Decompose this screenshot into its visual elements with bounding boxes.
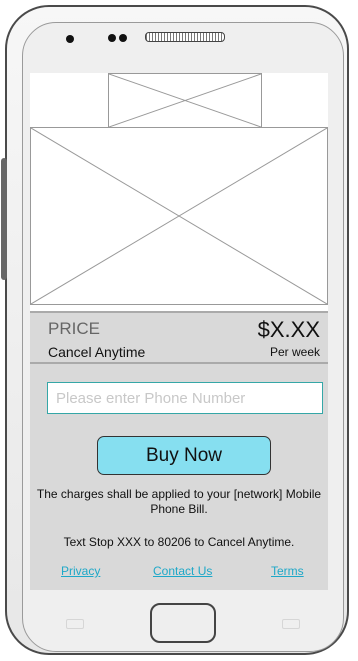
price-panel: PRICE Cancel Anytime $X.XX Per week [30, 311, 328, 364]
front-camera-icon [66, 35, 74, 43]
stop-instructions: Text Stop XXX to 80206 to Cancel Anytime… [63, 535, 295, 549]
image-placeholder-icon [31, 128, 327, 304]
cancel-anytime-label: Cancel Anytime [48, 344, 146, 360]
phone-number-input[interactable] [47, 382, 323, 414]
terms-link[interactable]: Terms [271, 564, 304, 578]
phone-screen: PRICE Cancel Anytime $X.XX Per week Buy … [30, 73, 328, 590]
charges-disclaimer: The charges shall be applied to your [ne… [36, 487, 322, 516]
subscription-panel: Buy Now The charges shall be applied to … [30, 364, 328, 590]
home-button[interactable] [150, 603, 216, 643]
image-placeholder-icon [109, 74, 261, 127]
price-value: $X.XX [257, 317, 320, 342]
sensor-dot-icon [119, 34, 127, 42]
back-softkey-icon[interactable] [282, 619, 300, 629]
hero-image-placeholder [30, 127, 328, 305]
menu-softkey-icon[interactable] [66, 619, 84, 629]
buy-now-button[interactable]: Buy Now [97, 436, 271, 475]
logo-image-placeholder [108, 73, 262, 128]
footer-links: Privacy Contact Us Terms [30, 564, 328, 590]
sensor-dot-icon [108, 34, 116, 42]
price-period: Per week [269, 345, 320, 359]
side-volume-button [1, 158, 7, 280]
earpiece-speaker [145, 32, 225, 42]
contact-us-link[interactable]: Contact Us [153, 564, 212, 578]
privacy-link[interactable]: Privacy [61, 564, 100, 578]
price-label: PRICE [48, 319, 100, 338]
